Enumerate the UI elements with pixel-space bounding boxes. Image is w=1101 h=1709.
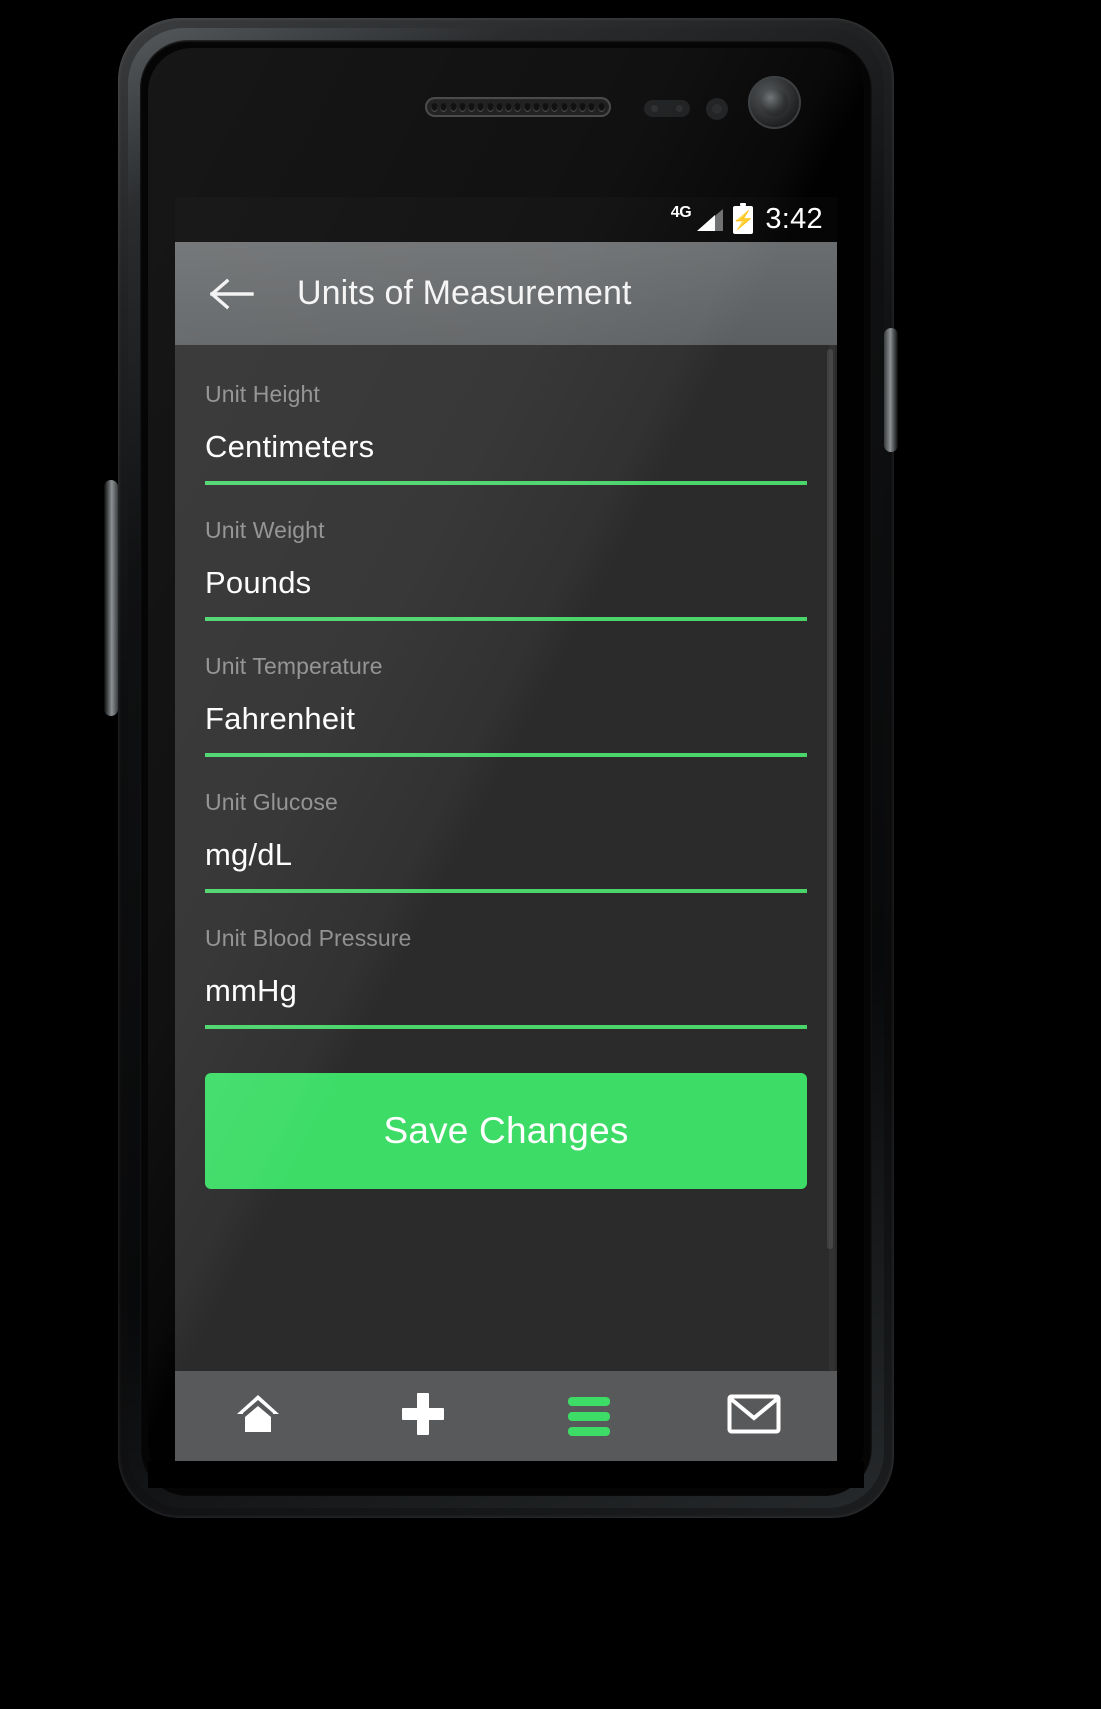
proximity-sensor-icon	[644, 100, 690, 117]
network-type-label: 4G	[670, 203, 692, 221]
battery-charging-icon: ⚡	[732, 202, 755, 234]
grille-dot	[458, 102, 466, 112]
status-bar-clock: 3:42	[765, 203, 823, 235]
front-camera-icon	[748, 76, 801, 129]
grille-dot	[505, 102, 513, 112]
field-underline	[205, 1025, 807, 1029]
grille-dot	[560, 102, 568, 112]
power-button[interactable]	[884, 328, 898, 452]
grille-dot	[440, 102, 448, 112]
ambient-light-sensor-icon	[706, 98, 728, 120]
page-title: Units of Measurement	[297, 274, 632, 312]
earpiece-speaker-grille	[425, 97, 611, 117]
envelope-icon	[727, 1394, 781, 1439]
volume-button[interactable]	[104, 480, 118, 716]
scrollbar-thumb[interactable]	[827, 349, 833, 1249]
screenshot-stage: 4G ⚡ 3:42 Units of Measurement Unit Heig…	[0, 0, 1101, 1709]
home-icon	[235, 1392, 281, 1441]
device-chin-bezel	[148, 1461, 864, 1488]
field-unit-blood-pressure: Unit Blood Pressure mmHg	[205, 923, 807, 1029]
unit-temperature-input[interactable]: Fahrenheit	[205, 681, 807, 753]
unit-weight-input[interactable]: Pounds	[205, 545, 807, 617]
field-label: Unit Weight	[205, 517, 325, 543]
grille-dot	[449, 102, 457, 112]
device-screen: 4G ⚡ 3:42 Units of Measurement Unit Heig…	[175, 197, 837, 1371]
grille-dot	[588, 102, 596, 112]
grille-dot	[431, 102, 439, 112]
field-label: Unit Blood Pressure	[205, 925, 412, 951]
action-bar: Units of Measurement	[175, 242, 837, 345]
grille-dot	[495, 102, 503, 112]
unit-blood-pressure-input[interactable]: mmHg	[205, 953, 807, 1025]
scrollbar-track[interactable]	[827, 345, 835, 1371]
grille-dot	[514, 102, 522, 112]
signal-bars-icon	[697, 208, 724, 231]
settings-form: Unit Height Centimeters Unit Weight Poun…	[175, 345, 837, 1371]
field-underline	[205, 889, 807, 893]
unit-height-input[interactable]: Centimeters	[205, 409, 807, 481]
grille-dot	[532, 102, 540, 112]
grille-dot	[523, 102, 531, 112]
field-underline	[205, 753, 807, 757]
grille-dot	[579, 102, 587, 112]
grille-dot	[542, 102, 550, 112]
grille-dot	[486, 102, 494, 112]
grille-dot	[477, 102, 485, 112]
status-bar: 4G ⚡ 3:42	[175, 197, 837, 242]
grille-dot	[569, 102, 577, 112]
grille-dot	[597, 102, 605, 112]
field-label: Unit Height	[205, 381, 320, 407]
nav-item-add[interactable]	[341, 1371, 507, 1461]
field-unit-temperature: Unit Temperature Fahrenheit	[205, 651, 807, 757]
nav-item-menu[interactable]	[506, 1371, 672, 1461]
grille-dot	[551, 102, 559, 112]
grille-dot	[468, 102, 476, 112]
plus-icon	[401, 1392, 445, 1441]
field-label: Unit Glucose	[205, 789, 338, 815]
hamburger-icon	[567, 1391, 610, 1442]
field-unit-height: Unit Height Centimeters	[205, 379, 807, 485]
save-changes-button[interactable]: Save Changes	[205, 1073, 807, 1189]
field-unit-glucose: Unit Glucose mg/dL	[205, 787, 807, 893]
nav-item-home[interactable]	[175, 1371, 341, 1461]
nav-item-messages[interactable]	[672, 1371, 838, 1461]
field-underline	[205, 617, 807, 621]
back-arrow-icon[interactable]	[209, 271, 255, 317]
bottom-navigation-bar	[175, 1371, 837, 1461]
unit-glucose-input[interactable]: mg/dL	[205, 817, 807, 889]
field-underline	[205, 481, 807, 485]
field-unit-weight: Unit Weight Pounds	[205, 515, 807, 621]
field-label: Unit Temperature	[205, 653, 383, 679]
